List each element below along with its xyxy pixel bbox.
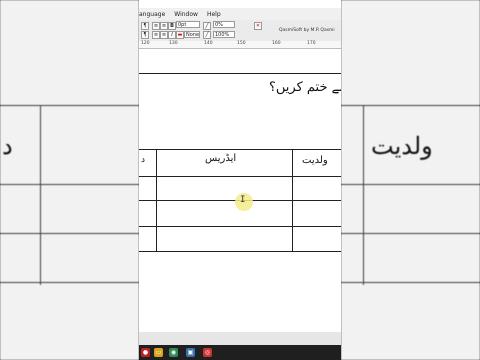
ruler-tick: 120 — [141, 41, 150, 46]
app-window: anguage Window Help ¶ ¶ ≡ ≡ ≡ ≡ B I 0pt … — [139, 0, 341, 360]
panel-line — [341, 233, 480, 234]
close-icon[interactable]: ✕ — [254, 22, 262, 30]
ruler-tick: 160 — [272, 41, 281, 46]
document-canvas[interactable]: یا کالم کو کیسے ختم کریں؟ ایڈریس ولدیت د… — [139, 49, 341, 332]
panel-line — [341, 282, 480, 283]
panel-line — [341, 184, 480, 185]
folder-icon[interactable]: ▭ — [154, 348, 163, 357]
table-border — [139, 226, 341, 227]
panel-line — [0, 105, 139, 106]
paragraph-icon[interactable]: ¶ — [141, 31, 149, 39]
qasmi-label: QasmiSoft by M.R Qasmi — [279, 28, 335, 33]
app-icon[interactable]: ● — [141, 348, 150, 357]
panel-line — [0, 233, 139, 234]
panel-line — [0, 184, 139, 185]
zoom-field[interactable]: 100% — [213, 31, 235, 38]
right-panel-text: ولدیت — [371, 132, 433, 160]
align-icon[interactable]: ≡ — [160, 31, 168, 39]
ruler-tick: 150 — [237, 41, 246, 46]
stroke-icon[interactable]: ╱ — [203, 31, 211, 39]
workspace-background — [139, 332, 341, 345]
column-header-address: ایڈریس — [205, 153, 237, 164]
table-border — [139, 176, 341, 177]
ruler: 120 130 140 150 160 170 — [139, 41, 341, 49]
none-field[interactable]: None — [184, 31, 200, 38]
unit-field[interactable]: 0pt — [176, 21, 200, 28]
toolbar: ¶ ¶ ≡ ≡ ≡ ≡ B I 0pt ▬ None ╱ ╱ 0% 100% ✕… — [139, 20, 341, 42]
menu-help[interactable]: Help — [207, 11, 221, 18]
stroke-icon[interactable]: ╱ — [203, 22, 211, 30]
table-border — [139, 251, 341, 252]
taskbar: ● ▭ ◉ ▣ ◎ — [139, 345, 341, 360]
table-border — [156, 149, 157, 252]
bold-button[interactable]: B — [168, 22, 176, 30]
ruler-tick: 170 — [307, 41, 316, 46]
ruler-tick: 130 — [169, 41, 178, 46]
panel-line — [0, 282, 139, 283]
text-cursor-icon: I — [240, 195, 246, 205]
divider — [139, 73, 341, 74]
column-header-parentage: ولدیت — [302, 155, 328, 166]
menu-window[interactable]: Window — [174, 11, 198, 18]
align-icon[interactable]: ≡ — [160, 22, 168, 30]
record-icon[interactable]: ◎ — [203, 348, 212, 357]
ruler-tick: 140 — [204, 41, 213, 46]
right-background-panel: ولدیت — [341, 0, 480, 360]
table-border — [292, 149, 293, 252]
panel-line — [40, 105, 41, 285]
column-header-partial: د — [141, 155, 146, 165]
line-color-icon[interactable]: ▬ — [176, 31, 184, 39]
table-border — [139, 149, 341, 150]
paragraph-icon[interactable]: ¶ — [141, 22, 149, 30]
editor-icon[interactable]: ▣ — [186, 348, 195, 357]
align-icon[interactable]: ≡ — [152, 22, 160, 30]
left-panel-text: د — [2, 132, 13, 160]
left-background-panel: د — [0, 0, 139, 360]
chrome-icon[interactable]: ◉ — [169, 348, 178, 357]
panel-line — [363, 105, 364, 285]
menu-bar: anguage Window Help — [139, 8, 341, 20]
italic-button[interactable]: I — [168, 31, 176, 39]
align-icon[interactable]: ≡ — [152, 31, 160, 39]
menu-language[interactable]: anguage — [139, 11, 165, 18]
question-heading: یا کالم کو کیسے ختم کریں؟ — [269, 80, 341, 95]
panel-line — [341, 105, 480, 106]
percent-field[interactable]: 0% — [213, 21, 235, 28]
